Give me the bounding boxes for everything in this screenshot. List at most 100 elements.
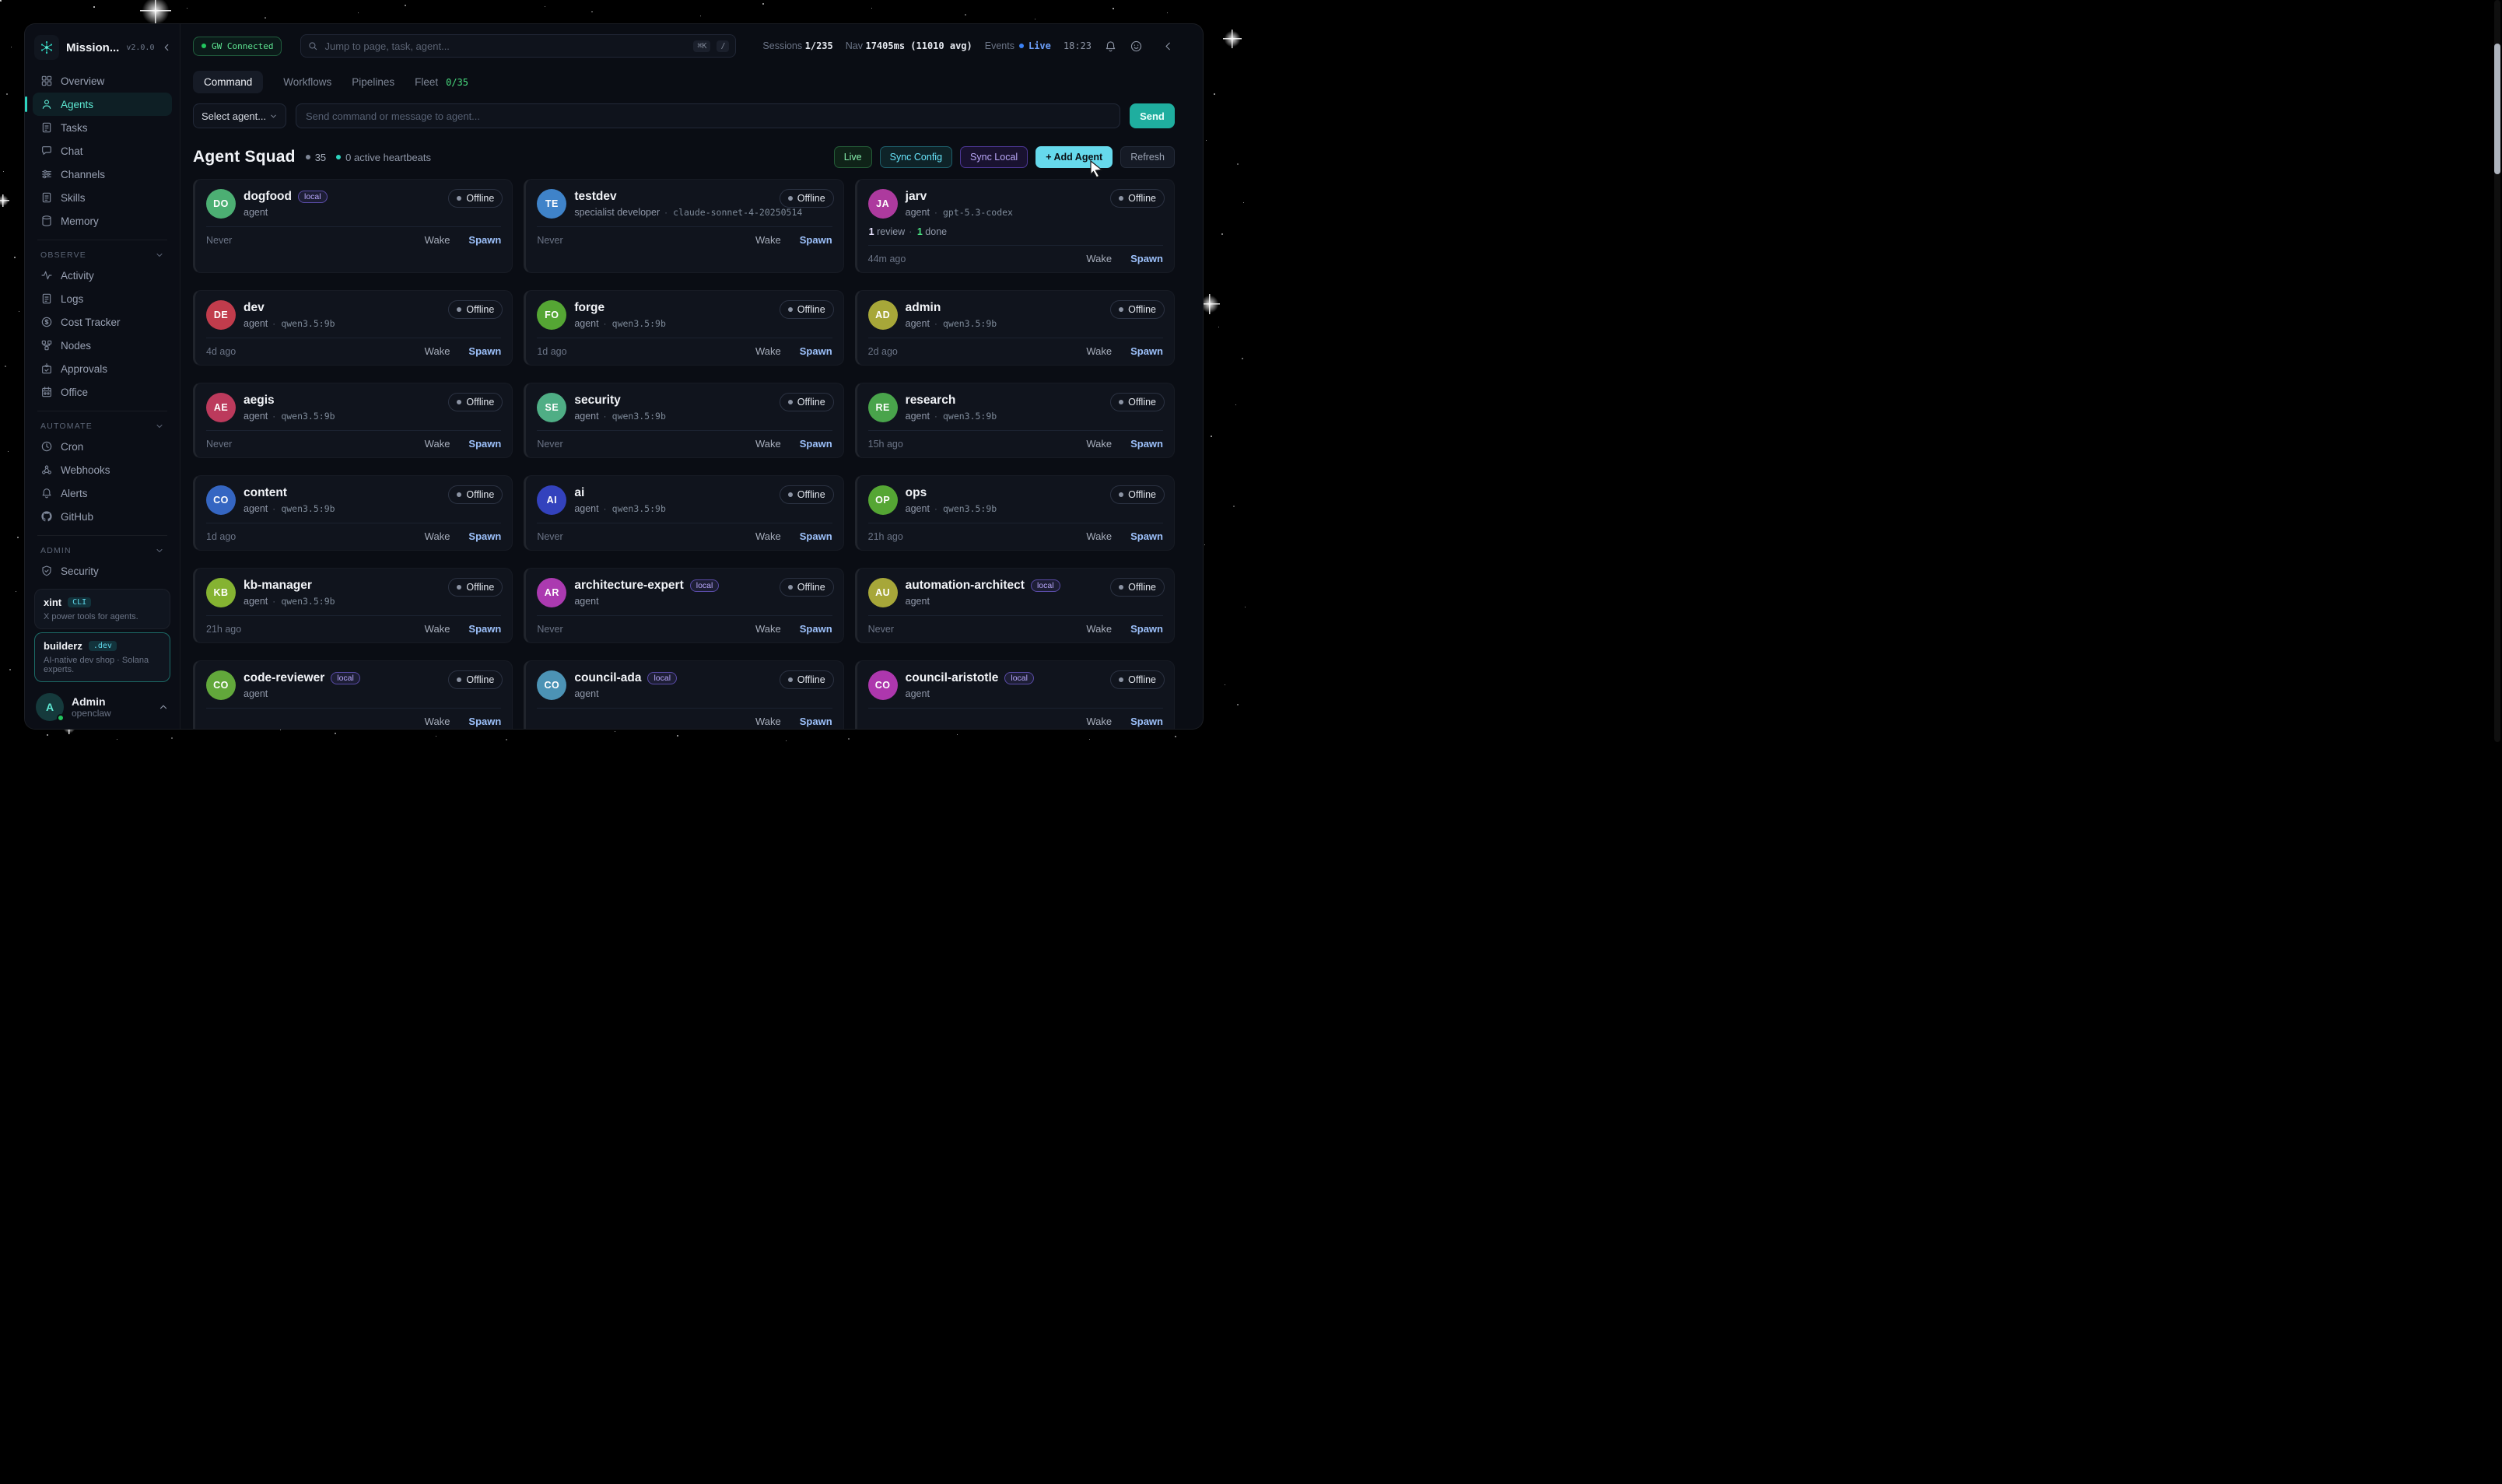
tab-fleet[interactable]: Fleet0/35	[415, 71, 468, 93]
sidebar-item-approvals[interactable]: Approvals	[33, 357, 172, 380]
sidebar-section-admin[interactable]: ADMIN	[40, 546, 164, 555]
wake-button[interactable]: Wake	[425, 345, 450, 357]
sidebar-item-alerts[interactable]: Alerts	[33, 481, 172, 505]
agent-card[interactable]: Offline AR architecture-expert local age…	[524, 568, 843, 643]
wake-button[interactable]: Wake	[1086, 530, 1112, 542]
wake-button[interactable]: Wake	[755, 623, 781, 635]
last-seen: Never	[537, 624, 562, 635]
sidebar-item-overview[interactable]: Overview	[33, 69, 172, 93]
agent-card[interactable]: Offline AD admin agent qwen3.5:9b 2d ago…	[855, 290, 1175, 366]
promo-card-xint[interactable]: xint CLI X power tools for agents.	[34, 589, 170, 629]
spawn-button[interactable]: Spawn	[800, 345, 832, 357]
wake-button[interactable]: Wake	[425, 438, 450, 450]
wake-button[interactable]: Wake	[1086, 345, 1112, 357]
sidebar-item-logs[interactable]: Logs	[33, 287, 172, 310]
agent-card[interactable]: Offline CO council-ada local agent Wake	[524, 660, 843, 729]
live-button[interactable]: Live	[834, 146, 872, 168]
spawn-button[interactable]: Spawn	[1130, 253, 1163, 264]
sidebar-item-activity[interactable]: Activity	[33, 264, 172, 287]
spawn-button[interactable]: Spawn	[1130, 530, 1163, 542]
agent-card[interactable]: Offline CO content agent qwen3.5:9b 1d a…	[193, 475, 513, 551]
sidebar-item-skills[interactable]: Skills	[33, 186, 172, 209]
scrollbar-thumb[interactable]	[2494, 44, 2500, 174]
promo-card-builderz[interactable]: builderz .dev AI-native dev shop · Solan…	[34, 632, 170, 682]
wake-button[interactable]: Wake	[1086, 716, 1112, 727]
sidebar-item-memory[interactable]: Memory	[33, 209, 172, 233]
wake-button[interactable]: Wake	[1086, 623, 1112, 635]
wake-button[interactable]: Wake	[755, 530, 781, 542]
wake-button[interactable]: Wake	[755, 438, 781, 450]
sidebar-item-channels[interactable]: Channels	[33, 163, 172, 186]
notifications-bell-icon[interactable]	[1104, 40, 1117, 53]
agent-card[interactable]: Offline OP ops agent qwen3.5:9b 21h ago …	[855, 475, 1175, 551]
spawn-button[interactable]: Spawn	[1130, 438, 1163, 450]
sidebar-item-github[interactable]: GitHub	[33, 505, 172, 528]
agent-card[interactable]: Offline KB kb-manager agent qwen3.5:9b 2…	[193, 568, 513, 643]
wake-button[interactable]: Wake	[425, 530, 450, 542]
spawn-button[interactable]: Spawn	[468, 438, 501, 450]
agent-card[interactable]: Offline TE testdev specialist developer …	[524, 179, 843, 273]
agent-card[interactable]: Offline SE security agent qwen3.5:9b Nev…	[524, 383, 843, 458]
agent-card[interactable]: Offline FO forge agent qwen3.5:9b 1d ago…	[524, 290, 843, 366]
spawn-button[interactable]: Spawn	[800, 623, 832, 635]
tab-workflows[interactable]: Workflows	[283, 71, 331, 93]
spawn-button[interactable]: Spawn	[1130, 345, 1163, 357]
agent-card[interactable]: Offline RE research agent qwen3.5:9b 15h…	[855, 383, 1175, 458]
agent-card[interactable]: Offline AE aegis agent qwen3.5:9b Never …	[193, 383, 513, 458]
wake-button[interactable]: Wake	[1086, 253, 1112, 264]
agent-card[interactable]: Offline CO code-reviewer local agent Wak…	[193, 660, 513, 729]
feedback-smiley-icon[interactable]	[1130, 40, 1143, 53]
sidebar-item-cron[interactable]: Cron	[33, 435, 172, 458]
command-input[interactable]	[296, 103, 1120, 128]
spawn-button[interactable]: Spawn	[468, 345, 501, 357]
promo-desc: X power tools for agents.	[44, 612, 161, 621]
wake-button[interactable]: Wake	[755, 345, 781, 357]
spawn-button[interactable]: Spawn	[1130, 623, 1163, 635]
spawn-button[interactable]: Spawn	[800, 234, 832, 246]
agent-card[interactable]: Offline DE dev agent qwen3.5:9b 4d ago W…	[193, 290, 513, 366]
spawn-button[interactable]: Spawn	[800, 438, 832, 450]
sidebar-item-security[interactable]: Security	[33, 559, 172, 583]
sync-config-button[interactable]: Sync Config	[880, 146, 952, 168]
global-search[interactable]: ⌘K /	[300, 34, 736, 58]
agent-select-dropdown[interactable]: Select agent...	[193, 103, 286, 128]
spawn-button[interactable]: Spawn	[1130, 716, 1163, 727]
tab-pipelines[interactable]: Pipelines	[352, 71, 394, 93]
spawn-button[interactable]: Spawn	[800, 530, 832, 542]
send-button[interactable]: Send	[1130, 103, 1175, 128]
wake-button[interactable]: Wake	[425, 716, 450, 727]
agent-card[interactable]: Offline JA jarv agent gpt-5.3-codex 1 re…	[855, 179, 1175, 273]
wake-button[interactable]: Wake	[755, 716, 781, 727]
search-input[interactable]	[324, 40, 687, 52]
user-menu[interactable]: A Admin openclaw	[33, 690, 172, 721]
agent-model: gpt-5.3-codex	[930, 207, 1013, 218]
agent-role: agent	[244, 596, 268, 607]
sidebar-item-cost-tracker[interactable]: Cost Tracker	[33, 310, 172, 334]
agent-card[interactable]: Offline DO dogfood local agent Never Wak…	[193, 179, 513, 273]
agent-card[interactable]: Offline AI ai agent qwen3.5:9b Never Wak…	[524, 475, 843, 551]
refresh-button[interactable]: Refresh	[1120, 146, 1175, 168]
spawn-button[interactable]: Spawn	[800, 716, 832, 727]
sidebar-collapse-icon[interactable]	[161, 42, 172, 53]
sidebar-item-webhooks[interactable]: Webhooks	[33, 458, 172, 481]
sidebar-item-office[interactable]: Office	[33, 380, 172, 404]
spawn-button[interactable]: Spawn	[468, 530, 501, 542]
sidebar-section-observe[interactable]: OBSERVE	[40, 250, 164, 260]
agent-card[interactable]: Offline CO council-aristotle local agent…	[855, 660, 1175, 729]
spawn-button[interactable]: Spawn	[468, 234, 501, 246]
wake-button[interactable]: Wake	[425, 234, 450, 246]
sidebar-item-agents[interactable]: Agents	[33, 93, 172, 116]
spawn-button[interactable]: Spawn	[468, 716, 501, 727]
sidebar-item-tasks[interactable]: Tasks	[33, 116, 172, 139]
sidebar-item-nodes[interactable]: Nodes	[33, 334, 172, 357]
panel-collapse-icon[interactable]	[1162, 40, 1175, 53]
sidebar-item-chat[interactable]: Chat	[33, 139, 172, 163]
wake-button[interactable]: Wake	[755, 234, 781, 246]
agent-card[interactable]: Offline AU automation-architect local ag…	[855, 568, 1175, 643]
sync-local-button[interactable]: Sync Local	[960, 146, 1028, 168]
spawn-button[interactable]: Spawn	[468, 623, 501, 635]
sidebar-section-automate[interactable]: AUTOMATE	[40, 422, 164, 431]
tab-command[interactable]: Command	[193, 71, 263, 93]
wake-button[interactable]: Wake	[425, 623, 450, 635]
wake-button[interactable]: Wake	[1086, 438, 1112, 450]
